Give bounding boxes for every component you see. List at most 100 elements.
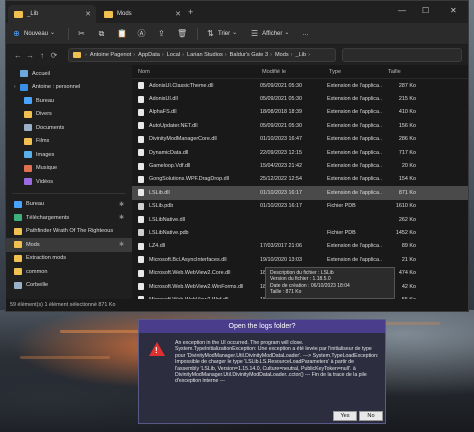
- column-header-date[interactable]: Modifié le: [256, 69, 323, 75]
- file-row[interactable]: Microsoft.Bcl.AsyncInterfaces.dll 19/10/2…: [132, 253, 468, 266]
- delete-button[interactable]: 🗑: [177, 29, 189, 38]
- file-name-cell: AdonisUI.ClassicTheme.dll: [132, 82, 256, 90]
- tab-mods[interactable]: Mods ✕: [98, 5, 186, 23]
- minimize-icon[interactable]: —: [398, 6, 406, 15]
- view-button[interactable]: ☰ Afficher ⌄: [250, 29, 294, 38]
- sidebar-item-onedrive[interactable]: › Antoine : personnel: [6, 81, 132, 95]
- file-row[interactable]: DynamicData.dll 22/09/2023 12:15 Extension…: [132, 146, 468, 159]
- more-options-button[interactable]: …: [302, 31, 308, 37]
- sidebar-item-pathfinder[interactable]: Pathfinder Wrath Of The Righteous: [6, 225, 132, 239]
- file-name-cell: Microsoft.Web.WebView2.WinForms.dll: [132, 283, 256, 291]
- sidebar-item-label: Accueil: [32, 70, 51, 77]
- column-header-name[interactable]: Nom: [132, 69, 256, 75]
- new-label: Nouveau: [24, 30, 49, 37]
- dll-file-icon: [138, 162, 144, 170]
- file-size: 154 Ko: [398, 176, 416, 183]
- file-date: 25/12/2022 12:54: [260, 176, 302, 183]
- file-row[interactable]: LSLibNative.dll 262 Ko: [132, 213, 468, 226]
- yes-button[interactable]: Yes: [333, 411, 357, 421]
- sort-button[interactable]: ⇅ Trier ⌄: [206, 29, 242, 38]
- close-window-icon[interactable]: ✕: [450, 6, 457, 15]
- divider: [68, 27, 70, 40]
- file-row[interactable]: DivinityModManagerCore.dll 01/10/2023 16:…: [132, 133, 468, 146]
- file-type: Extension de l'applica...: [327, 176, 382, 183]
- close-tab-icon[interactable]: ✕: [175, 10, 181, 18]
- sidebar-item-musique[interactable]: Musique: [6, 162, 132, 176]
- file-row[interactable]: LZ4.dll 17/03/2017 21:06 Extension de l'ap…: [132, 240, 468, 253]
- file-name-cell: AdonisUI.dll: [132, 95, 256, 103]
- file-type: Extension de l'applica...: [327, 163, 382, 170]
- forward-arrow-icon[interactable]: →: [24, 51, 36, 60]
- file-row[interactable]: LSLib.pdb 01/10/2023 16:17 Fichier PDB 1610…: [132, 200, 468, 213]
- sidebar-item-common[interactable]: common: [6, 265, 132, 279]
- file-row[interactable]: Gameloop.Vdf.dll 15/04/2023 21:42 Extensio…: [132, 159, 468, 172]
- folder-icon: [24, 110, 32, 118]
- no-button[interactable]: No: [359, 411, 383, 421]
- cut-button[interactable]: ✂: [77, 29, 89, 38]
- tab-label: Mods: [117, 11, 132, 17]
- video-icon: [24, 178, 32, 186]
- sidebar-item-divers[interactable]: Divers: [6, 108, 132, 122]
- sidebar-item-images[interactable]: Images: [6, 148, 132, 162]
- pin-icon: ✱: [118, 201, 124, 208]
- file-name: Microsoft.Web.WebView2.WinForms.dll: [149, 283, 244, 290]
- cut-icon: ✂: [78, 29, 85, 38]
- new-button[interactable]: ⊕ Nouveau ⌄: [12, 29, 60, 38]
- breadcrumb-item[interactable]: Baldur's Gate 3: [230, 52, 268, 58]
- file-row[interactable]: LSLibNative.pdb Fichier PDB 1452 Ko: [132, 226, 468, 239]
- sidebar-item-films[interactable]: Films: [6, 135, 132, 149]
- file-date: 15/04/2023 21:42: [260, 163, 302, 170]
- breadcrumb-item[interactable]: Larian Studios: [187, 52, 223, 58]
- maximize-icon[interactable]: ☐: [422, 6, 429, 15]
- file-row[interactable]: AdonisUI.dll 05/09/2021 05:30 Extension de…: [132, 92, 468, 105]
- desktop-icon: [24, 97, 32, 105]
- file-row[interactable]: AdonisUI.ClassicTheme.dll 05/09/2021 05:3…: [132, 79, 468, 92]
- sidebar-item-documents[interactable]: Documents: [6, 121, 132, 135]
- breadcrumb-item[interactable]: AppData: [138, 52, 160, 58]
- dll-file-icon: [138, 242, 144, 250]
- file-name: AlphaFS.dll: [149, 109, 177, 116]
- back-arrow-icon[interactable]: ←: [12, 51, 24, 60]
- breadcrumb-item[interactable]: _Lib: [296, 52, 307, 58]
- file-row[interactable]: LSLib.dll 01/10/2023 16:17 Extension de l'…: [132, 186, 468, 200]
- copy-button[interactable]: ⧉: [97, 29, 109, 38]
- file-row[interactable]: AutoUpdater.NET.dll 05/09/2021 05:30 Exten…: [132, 119, 468, 132]
- share-button[interactable]: ⇪: [157, 29, 169, 38]
- sidebar-item-bureau-pinned[interactable]: Bureau ✱: [6, 198, 132, 212]
- up-arrow-icon[interactable]: ↑: [36, 51, 48, 60]
- file-row[interactable]: GongSolutions.WPF.DragDrop.dll 25/12/2022…: [132, 173, 468, 186]
- breadcrumb-item[interactable]: Local: [167, 52, 180, 58]
- breadcrumb-item[interactable]: Mods: [275, 52, 289, 58]
- new-tab-button[interactable]: +: [188, 7, 193, 17]
- refresh-icon[interactable]: ⟳: [48, 51, 60, 60]
- sidebar-item-downloads[interactable]: Téléchargements ✱: [6, 211, 132, 225]
- file-name: LSLibNative.dll: [149, 216, 185, 223]
- column-header-size[interactable]: Taille: [382, 69, 422, 75]
- file-size: 287 Ko: [398, 82, 416, 89]
- tab-lib[interactable]: _Lib ✕: [8, 5, 96, 23]
- close-tab-icon[interactable]: ✕: [85, 10, 91, 18]
- sidebar-item-mods[interactable]: Mods ✱: [6, 238, 132, 252]
- pdb-file-icon: [138, 202, 144, 210]
- folder-icon: [14, 241, 22, 249]
- sidebar-item-extraction-mods[interactable]: Extraction mods: [6, 252, 132, 266]
- sidebar-item-videos[interactable]: Vidéos: [6, 175, 132, 189]
- chevron-right-icon: ›: [85, 52, 87, 58]
- file-name: LSLib.dll: [149, 189, 170, 196]
- music-icon: [24, 164, 32, 172]
- dll-file-icon: [138, 135, 144, 143]
- sidebar-item-recycle-bin[interactable]: Corbeille: [6, 279, 132, 293]
- search-input[interactable]: [342, 48, 462, 62]
- breadcrumb-item[interactable]: Antoine Pagenot: [90, 52, 131, 58]
- rename-button[interactable]: Ⓐ: [137, 29, 149, 38]
- file-date: 01/10/2023 16:47: [260, 136, 302, 143]
- sidebar-item-bureau[interactable]: Bureau: [6, 94, 132, 108]
- download-icon: [14, 214, 22, 222]
- file-list: Nom Modifié le Type Taille AdonisUI.Clas…: [132, 65, 468, 304]
- column-header-type[interactable]: Type: [323, 69, 382, 75]
- sidebar-item-home[interactable]: Accueil: [6, 67, 132, 81]
- paste-button[interactable]: 📋: [117, 29, 129, 38]
- file-type: Extension de l'applica...: [327, 149, 382, 156]
- file-row[interactable]: AlphaFS.dll 18/08/2018 18:39 Extension de …: [132, 106, 468, 119]
- address-bar[interactable]: › Antoine Pagenot › AppData › Local › Laria…: [68, 48, 336, 62]
